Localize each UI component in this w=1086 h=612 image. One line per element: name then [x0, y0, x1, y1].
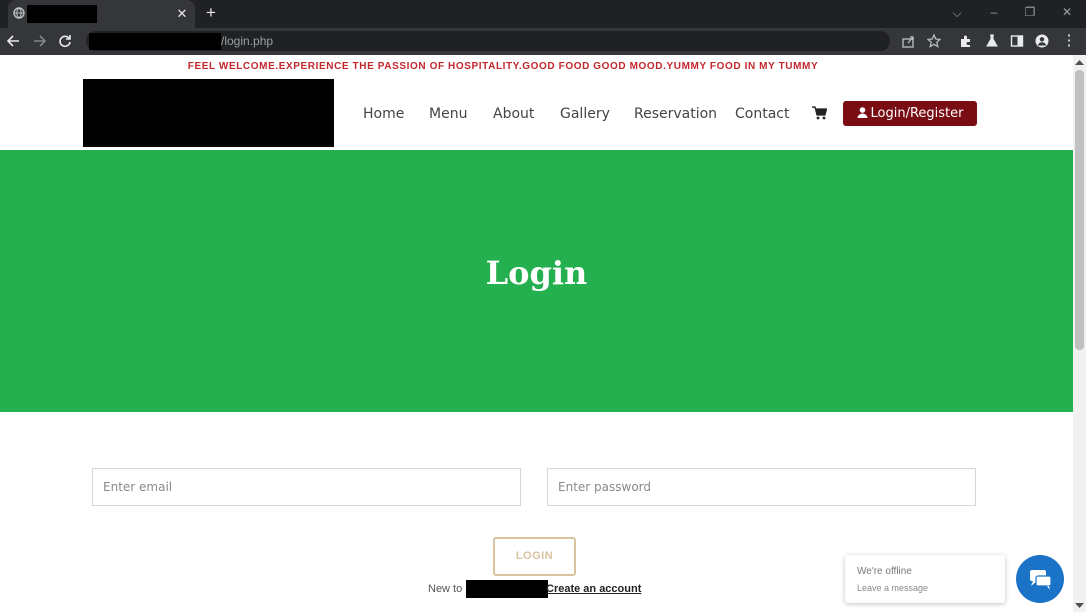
tab-close-icon[interactable]: ✕	[174, 7, 190, 21]
cart-icon[interactable]	[812, 106, 827, 120]
bookmark-star-icon[interactable]	[927, 34, 941, 48]
globe-icon	[13, 7, 25, 19]
lab-flask-icon[interactable]	[985, 34, 999, 48]
nav-menu[interactable]: Menu	[429, 106, 467, 122]
chat-launcher-button[interactable]	[1016, 555, 1064, 603]
restore-icon[interactable]: ❐	[1022, 5, 1038, 19]
url-path: /login.php	[221, 34, 274, 48]
welcome-marquee: FEEL WELCOME.EXPERIENCE THE PASSION OF H…	[187, 61, 819, 72]
chat-leave-message[interactable]: Leave a message	[857, 583, 928, 594]
minimize-icon[interactable]: –	[986, 5, 1002, 19]
password-field[interactable]	[547, 468, 976, 506]
page-title: Login	[485, 254, 588, 292]
scrollbar-thumb[interactable]	[1075, 70, 1084, 350]
login-submit-button[interactable]: LOGIN	[493, 537, 576, 576]
profile-icon[interactable]	[1035, 34, 1049, 48]
chat-status: We're offline	[857, 566, 912, 577]
extensions-icon[interactable]	[959, 34, 973, 48]
email-field[interactable]	[92, 468, 521, 506]
site-name-redacted	[466, 580, 548, 598]
tab-title-redacted	[27, 5, 97, 23]
login-register-button[interactable]: Login/Register	[843, 101, 977, 126]
nav-contact[interactable]: Contact	[735, 106, 789, 122]
tab-search-icon[interactable]: ⌵	[949, 6, 965, 20]
share-icon[interactable]	[902, 35, 915, 48]
side-panel-icon[interactable]	[1010, 34, 1024, 48]
reload-icon[interactable]	[58, 34, 72, 48]
nav-gallery[interactable]: Gallery	[560, 106, 610, 122]
user-icon	[857, 107, 867, 118]
login-register-label: Login/Register	[870, 106, 964, 121]
new-to-label: New to	[428, 583, 463, 595]
site-logo-redacted[interactable]	[83, 79, 334, 147]
nav-about[interactable]: About	[493, 106, 534, 122]
new-tab-icon[interactable]: +	[203, 4, 219, 21]
back-icon[interactable]	[7, 34, 21, 48]
forward-icon[interactable]	[32, 34, 46, 48]
scroll-up-arrow-icon[interactable]	[1075, 59, 1084, 66]
chat-icon	[1030, 570, 1052, 590]
url-domain-redacted	[89, 33, 221, 50]
nav-home[interactable]: Home	[363, 106, 404, 122]
chat-offline-card[interactable]	[845, 555, 1005, 603]
scroll-down-arrow-icon[interactable]	[1075, 602, 1084, 609]
nav-reservation[interactable]: Reservation	[634, 106, 717, 122]
window-close-icon[interactable]: ✕	[1059, 5, 1075, 19]
kebab-menu-icon[interactable]: ⋮	[1061, 33, 1077, 48]
create-account-link[interactable]: Create an account	[546, 582, 641, 596]
